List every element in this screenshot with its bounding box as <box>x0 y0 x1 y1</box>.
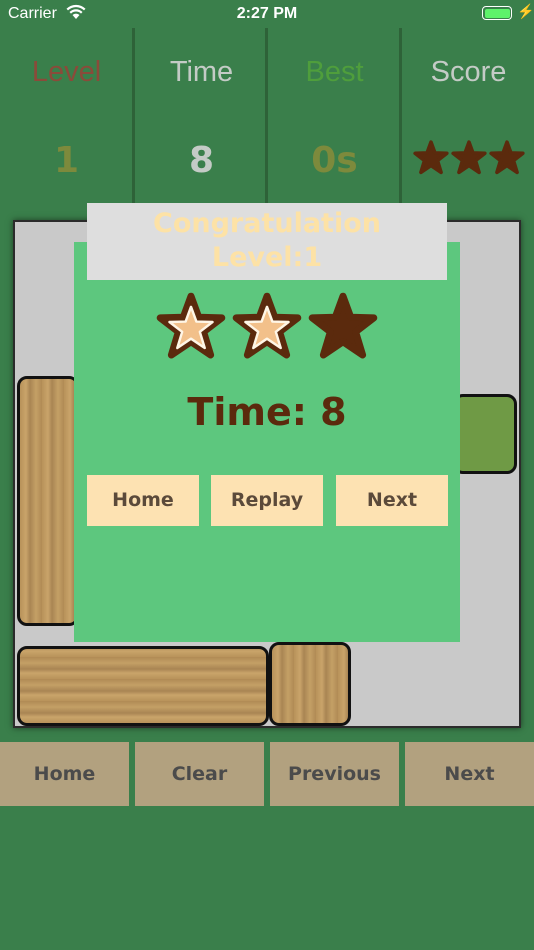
level-label: Level <box>31 56 102 88</box>
level-value: 1 <box>53 140 80 181</box>
star-empty-icon <box>488 140 525 175</box>
status-bar: Carrier 2:27 PM ⚡ <box>0 0 534 28</box>
dialog-time: Time: 8 <box>187 390 347 434</box>
level-stat: Level 1 <box>0 28 133 208</box>
next-button[interactable]: Next <box>405 742 534 806</box>
dialog-replay-button[interactable]: Replay <box>211 475 323 526</box>
time-label: Time <box>169 56 234 88</box>
wood-block-horizontal[interactable] <box>17 646 269 726</box>
charging-bolt-icon: ⚡ <box>517 3 534 19</box>
wood-block-vertical[interactable] <box>269 642 351 726</box>
best-value: 0s <box>311 140 358 181</box>
previous-button[interactable]: Previous <box>270 742 399 806</box>
dialog-next-button[interactable]: Next <box>336 475 448 526</box>
star-empty-icon <box>450 140 487 175</box>
clock: 2:27 PM <box>236 5 298 22</box>
time-value: 8 <box>188 140 215 181</box>
dialog-title-line2: Level:1 <box>211 242 323 273</box>
star-filled-icon <box>232 292 302 359</box>
home-button[interactable]: Home <box>0 742 129 806</box>
score-stars <box>402 140 534 180</box>
star-empty-icon <box>308 292 378 359</box>
score-stat: Score <box>402 28 534 208</box>
dialog-title-line1: Congratulation <box>153 208 381 239</box>
clear-button[interactable]: Clear <box>135 742 264 806</box>
star-filled-icon <box>156 292 226 359</box>
best-label: Best <box>305 56 364 88</box>
stats-header: Level 1 Time 8 Best 0s Score <box>0 28 534 208</box>
battery-icon <box>482 6 512 20</box>
score-label: Score <box>430 56 507 88</box>
time-stat: Time 8 <box>135 28 268 208</box>
star-empty-icon <box>412 140 449 175</box>
best-stat: Best 0s <box>268 28 401 208</box>
dialog-home-button[interactable]: Home <box>87 475 199 526</box>
dialog-title: Congratulation Level:1 <box>87 207 447 275</box>
dialog-stars <box>0 292 534 366</box>
